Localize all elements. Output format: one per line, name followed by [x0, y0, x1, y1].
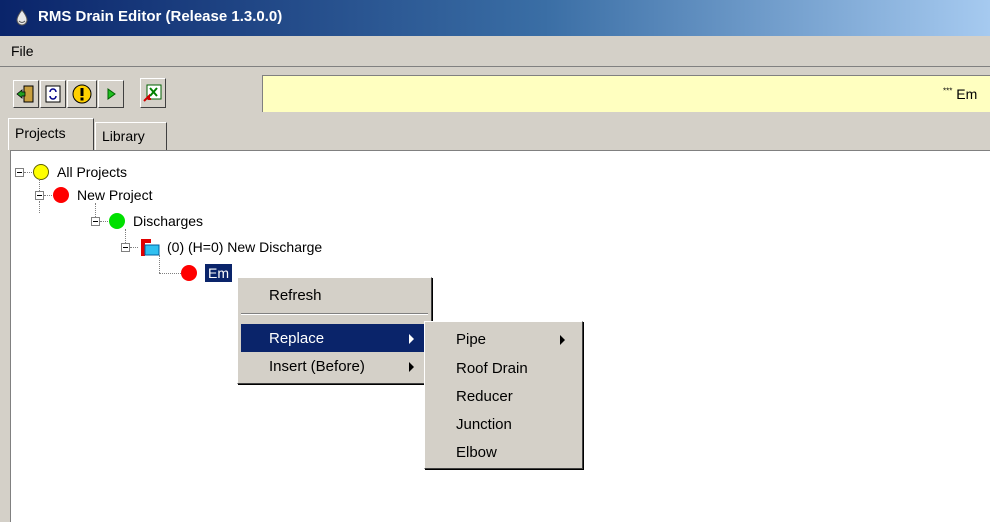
tab-library-label: Library — [102, 128, 145, 144]
menu-item-label: Insert (Before) — [269, 357, 365, 375]
tab-projects-label: Projects — [15, 125, 66, 141]
refresh-icon — [45, 85, 61, 103]
run-icon — [107, 88, 116, 100]
menu-item-label: Roof Drain — [456, 359, 528, 377]
submenu-arrow-icon — [409, 334, 414, 344]
menu-item-insert-before[interactable]: Insert (Before) — [241, 352, 428, 380]
menu-file[interactable]: File — [11, 43, 34, 59]
red-status-icon — [181, 265, 197, 281]
submenu-item-pipe[interactable]: Pipe — [428, 325, 579, 353]
tree-node-selected[interactable]: Em — [181, 262, 232, 284]
menu-item-label: Replace — [269, 329, 325, 347]
tree-connector — [100, 221, 108, 222]
tab-library[interactable]: Library — [95, 122, 167, 150]
context-menu: Refresh Replace Insert (Before) — [237, 277, 432, 384]
app-icon — [16, 9, 28, 26]
submenu-arrow-icon — [409, 362, 414, 372]
warning-button[interactable] — [67, 80, 97, 108]
red-status-icon — [53, 187, 69, 203]
tree-node-label: All Projects — [57, 164, 128, 180]
tree-node-new-discharge[interactable]: (0) (H=0) New Discharge — [139, 236, 322, 258]
title-bar: RMS Drain Editor (Release 1.3.0.0) — [0, 0, 990, 36]
tab-projects[interactable]: Projects — [8, 118, 94, 150]
submenu-item-junction[interactable]: Junction — [428, 410, 579, 438]
excel-export-button[interactable] — [140, 78, 166, 108]
yellow-status-icon — [33, 164, 49, 180]
tree-node-label: Discharges — [133, 213, 204, 229]
tree-connector — [125, 229, 126, 243]
menu-item-label: Elbow — [456, 443, 497, 461]
menu-item-label: Pipe — [456, 330, 487, 348]
tree-node-all-projects[interactable]: All Projects — [33, 161, 127, 183]
tree-node-label: Em — [205, 264, 232, 282]
tree-node-label: New Project — [77, 187, 153, 203]
run-button[interactable] — [98, 80, 124, 108]
collapse-toggle[interactable] — [15, 168, 24, 177]
menu-item-label: Refresh — [269, 286, 322, 304]
tree-node-label: (0) (H=0) New Discharge — [167, 239, 323, 255]
tree-connector — [24, 172, 32, 173]
menu-item-refresh[interactable]: Refresh — [241, 281, 428, 309]
tree-connector — [159, 273, 181, 274]
green-status-icon — [109, 213, 125, 229]
replace-submenu: Pipe Roof Drain Reducer Junction Elbow — [424, 321, 583, 469]
menu-item-replace[interactable]: Replace — [241, 324, 428, 352]
tree-connector — [44, 195, 52, 196]
tab-strip: Projects Library — [0, 118, 990, 150]
menu-item-label: Junction — [456, 415, 512, 433]
tree-connector — [159, 255, 160, 273]
warning-icon — [72, 84, 92, 104]
menu-separator — [241, 313, 428, 315]
collapse-toggle[interactable] — [91, 217, 100, 226]
message-value: Em — [956, 86, 978, 102]
exit-button[interactable] — [13, 80, 39, 108]
submenu-item-elbow[interactable]: Elbow — [428, 438, 579, 466]
tree-node-new-project[interactable]: New Project — [53, 184, 152, 206]
excel-export-icon — [143, 84, 162, 102]
refresh-button[interactable] — [40, 80, 66, 108]
window-title: RMS Drain Editor (Release 1.3.0.0) — [38, 8, 283, 25]
tree-connector — [130, 247, 138, 248]
tree-connector — [39, 201, 40, 213]
collapse-toggle[interactable] — [121, 243, 130, 252]
menu-item-label: Reducer — [456, 387, 513, 405]
submenu-item-roof-drain[interactable]: Roof Drain — [428, 354, 579, 382]
submenu-item-reducer[interactable]: Reducer — [428, 382, 579, 410]
message-text: *** Em — [943, 86, 977, 102]
exit-icon — [16, 85, 34, 103]
submenu-arrow-icon — [560, 335, 565, 345]
tree-node-discharges[interactable]: Discharges — [109, 210, 203, 232]
tree-connector — [39, 179, 40, 191]
collapse-toggle[interactable] — [35, 191, 44, 200]
tree-connector — [95, 203, 96, 217]
message-bar: *** Em — [262, 75, 990, 112]
discharge-icon — [141, 239, 160, 256]
message-prefix: *** — [943, 86, 953, 96]
menu-bar: File — [0, 36, 990, 67]
